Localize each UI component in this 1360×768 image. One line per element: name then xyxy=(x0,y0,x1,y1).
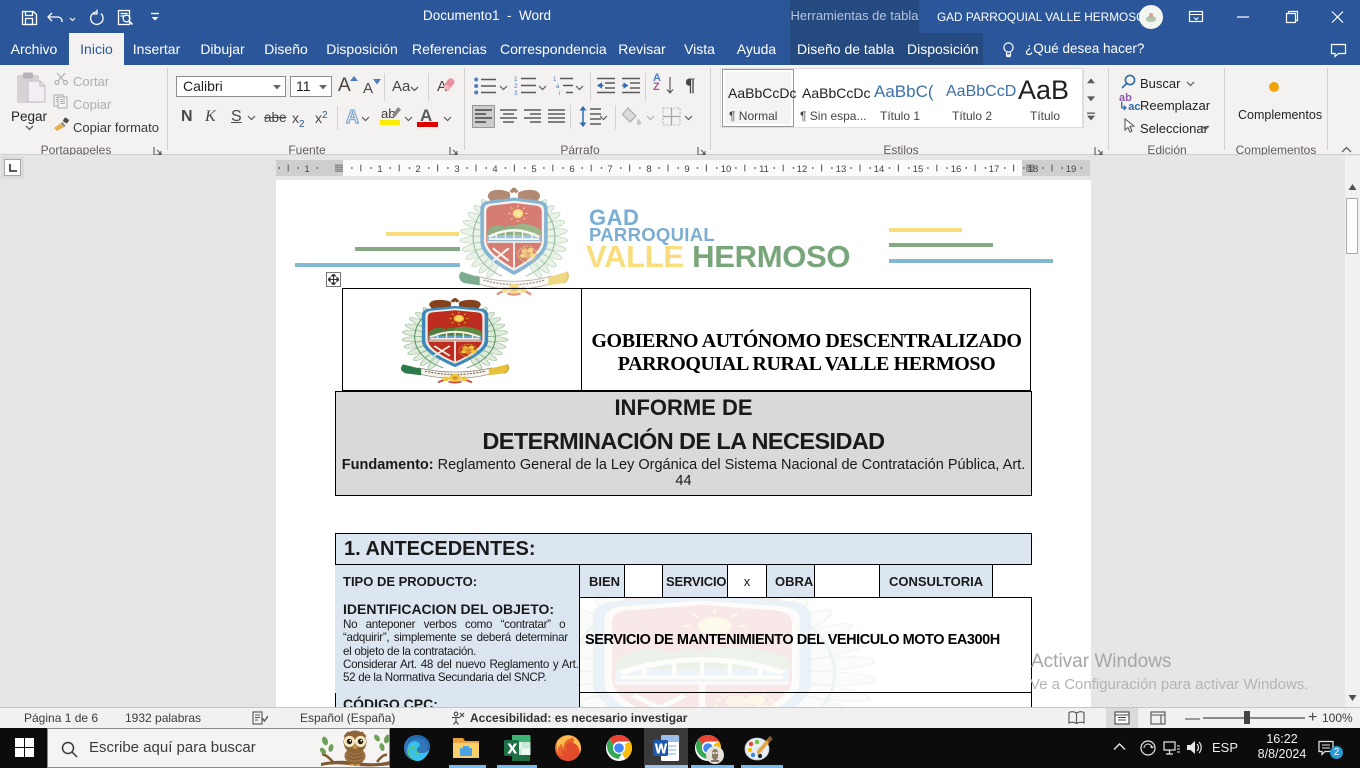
svg-text:3: 3 xyxy=(454,164,459,175)
svg-text:12: 12 xyxy=(797,164,808,175)
svg-text:1: 1 xyxy=(514,76,518,83)
svg-text:1: 1 xyxy=(377,164,382,175)
svg-text:16: 16 xyxy=(951,164,962,175)
svg-text:11: 11 xyxy=(759,164,769,175)
svg-text:3: 3 xyxy=(514,90,518,96)
svg-text:6: 6 xyxy=(569,164,574,175)
svg-text:2: 2 xyxy=(514,83,518,90)
svg-text:7: 7 xyxy=(607,164,612,175)
svg-text:a: a xyxy=(556,84,560,90)
svg-text:i: i xyxy=(559,91,560,96)
svg-text:5: 5 xyxy=(531,164,536,175)
svg-text:1: 1 xyxy=(553,77,557,83)
svg-text:2: 2 xyxy=(415,164,420,175)
svg-text:10: 10 xyxy=(721,164,732,175)
svg-text:4: 4 xyxy=(492,164,497,175)
svg-text:13: 13 xyxy=(836,164,847,175)
svg-text:14: 14 xyxy=(874,164,885,175)
svg-text:15: 15 xyxy=(913,164,924,175)
svg-text:8: 8 xyxy=(646,164,651,175)
svg-text:18: 18 xyxy=(1028,164,1039,175)
svg-text:17: 17 xyxy=(989,164,1000,175)
svg-text:9: 9 xyxy=(684,164,689,175)
svg-text:19: 19 xyxy=(1066,164,1077,175)
svg-text:1: 1 xyxy=(304,164,309,175)
